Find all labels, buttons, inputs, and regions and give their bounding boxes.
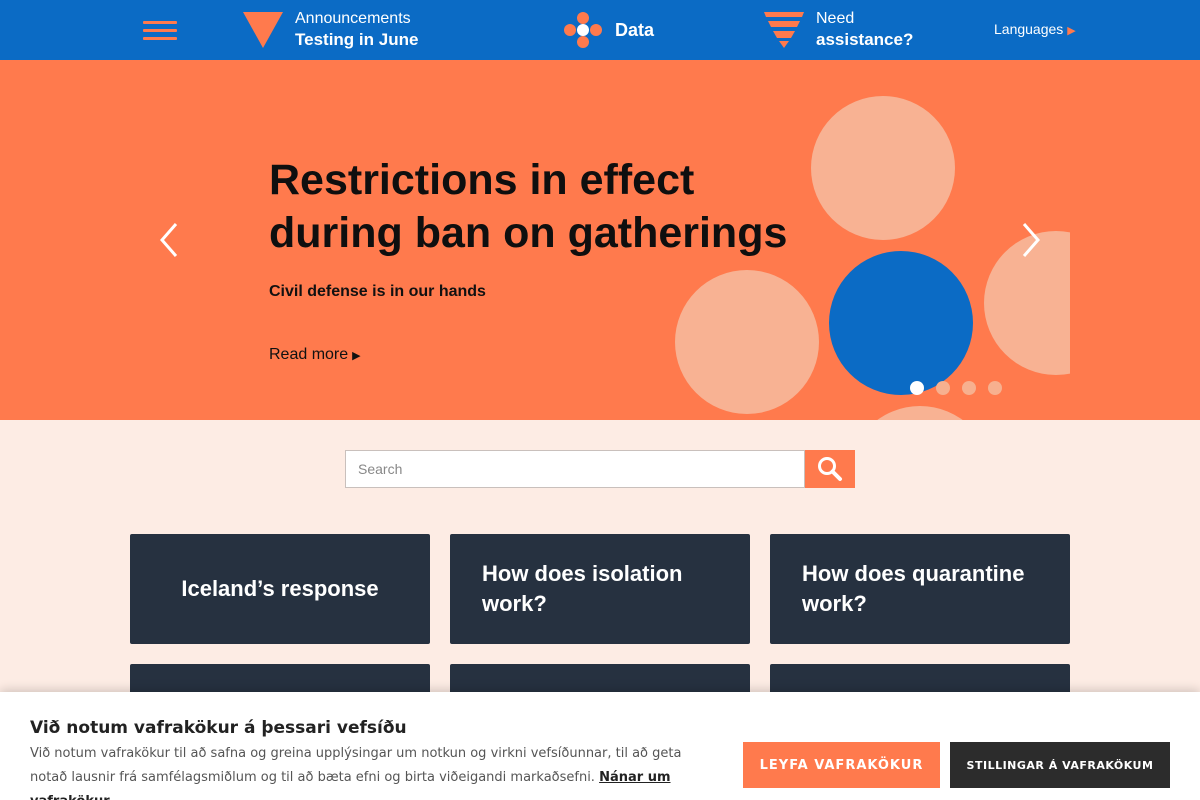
carousel-dot[interactable] xyxy=(936,381,950,395)
languages-label: Languages xyxy=(994,21,1064,37)
search-input[interactable] xyxy=(345,450,805,488)
assistance-funnel-icon xyxy=(764,12,804,48)
hero-carousel: Restrictions in effect during ban on gat… xyxy=(0,60,1200,420)
assistance-label: Need xyxy=(816,10,855,27)
carousel-dot[interactable] xyxy=(962,381,976,395)
card-icelands-response[interactable]: Iceland’s response xyxy=(130,534,430,644)
announcements-label: Announcements xyxy=(295,10,411,27)
read-more-label: Read more xyxy=(269,346,349,363)
nav-data[interactable]: Data xyxy=(563,0,654,60)
triangle-right-icon: ▶ xyxy=(352,350,361,362)
accept-cookies-button[interactable]: LEYFA VAFRAKÖKUR xyxy=(743,742,940,788)
languages-link[interactable]: Languages ▶ xyxy=(994,21,1076,37)
cookie-settings-button[interactable]: STILLINGAR Á VAFRAKÖKUM xyxy=(950,742,1170,788)
search-button[interactable] xyxy=(805,450,855,488)
cookie-description: Við notum vafrakökur til að safna og gre… xyxy=(30,746,682,785)
top-navigation: Announcements Testing in June Data Need … xyxy=(0,0,1200,60)
hero-title-line2: during ban on gatherings xyxy=(269,209,788,257)
cookie-banner: Við notum vafrakökur á þessari vefsíðu V… xyxy=(0,692,1200,800)
carousel-dots xyxy=(910,381,1002,395)
cookie-title: Við notum vafrakökur á þessari vefsíðu xyxy=(30,718,407,738)
announcements-headline: Testing in June xyxy=(295,30,419,49)
carousel-dot[interactable] xyxy=(988,381,1002,395)
triangle-right-icon: ▶ xyxy=(1067,25,1076,37)
card-isolation[interactable]: How does isolation work? xyxy=(450,534,750,644)
data-label: Data xyxy=(615,20,655,40)
menu-icon[interactable] xyxy=(143,21,177,41)
nav-assistance[interactable]: Need assistance? xyxy=(764,0,913,60)
chevron-right-icon[interactable] xyxy=(1016,220,1046,260)
announcement-triangle-icon xyxy=(243,12,283,48)
nav-announcements[interactable]: Announcements Testing in June xyxy=(243,0,418,60)
hero-title-line1: Restrictions in effect xyxy=(269,156,695,204)
hero-title: Restrictions in effect during ban on gat… xyxy=(269,154,829,260)
read-more-link[interactable]: Read more ▶ xyxy=(269,346,361,364)
search-bar xyxy=(345,450,855,488)
assistance-headline: assistance? xyxy=(816,30,914,49)
hero-subtitle: Civil defense is in our hands xyxy=(269,283,486,300)
chevron-left-icon[interactable] xyxy=(154,220,184,260)
card-quarantine[interactable]: How does quarantine work? xyxy=(770,534,1070,644)
cookie-text: Við notum vafrakökur til að safna og gre… xyxy=(30,742,700,800)
data-dots-icon xyxy=(564,12,602,48)
carousel-dot[interactable] xyxy=(910,381,924,395)
search-icon xyxy=(818,457,842,481)
